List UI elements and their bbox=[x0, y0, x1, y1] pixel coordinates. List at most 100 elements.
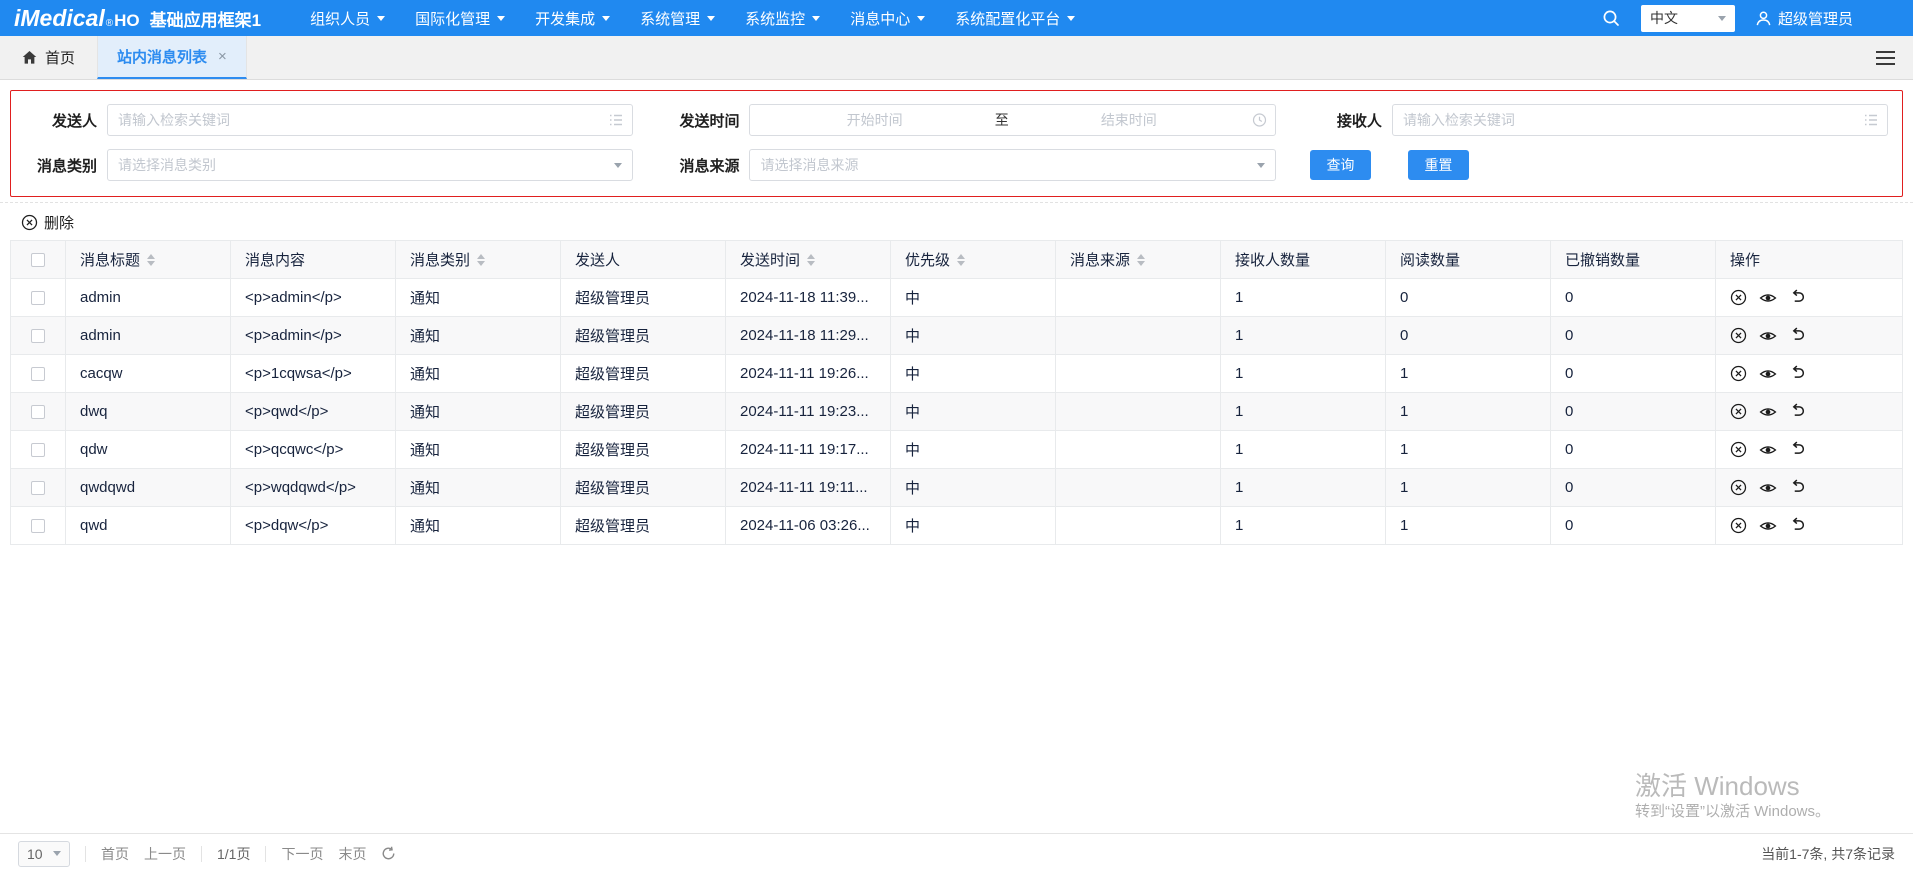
first-page-button[interactable]: 首页 bbox=[101, 844, 129, 864]
top-nav-item[interactable]: 系统配置化平台 bbox=[940, 0, 1090, 36]
row-checkbox[interactable] bbox=[31, 481, 45, 496]
page-size-select[interactable]: 10 bbox=[18, 840, 70, 867]
menu-icon[interactable] bbox=[1876, 50, 1895, 65]
revoke-button[interactable] bbox=[1730, 441, 1747, 458]
cell-content: <p>dqw</p> bbox=[230, 506, 396, 545]
column-header: 优先级 bbox=[890, 240, 1056, 279]
row-operations bbox=[1730, 327, 1894, 345]
row-checkbox[interactable] bbox=[31, 291, 45, 306]
sort-icon[interactable] bbox=[957, 253, 966, 266]
source-select[interactable]: 请选择消息来源 bbox=[749, 149, 1276, 181]
recall-button[interactable] bbox=[1789, 289, 1806, 306]
top-nav-item[interactable]: 组织人员 bbox=[295, 0, 400, 36]
undo-icon bbox=[1792, 479, 1805, 492]
chevron-down-icon bbox=[1256, 162, 1265, 168]
recall-button[interactable] bbox=[1789, 517, 1806, 534]
recall-button[interactable] bbox=[1789, 365, 1806, 382]
column-header: 操作 bbox=[1715, 240, 1903, 279]
pagination-bar: 10 首页 上一页 1/1页 下一页 末页 当前1-7条, 共7条记录 bbox=[0, 833, 1913, 873]
recall-button[interactable] bbox=[1789, 403, 1806, 420]
top-nav-item[interactable]: 消息中心 bbox=[835, 0, 940, 36]
recall-button[interactable] bbox=[1789, 441, 1806, 458]
cell-sender: 超级管理员 bbox=[560, 430, 726, 469]
receiver-input[interactable]: 请输入检索关键词 bbox=[1391, 104, 1888, 136]
sort-desc-icon[interactable] bbox=[957, 260, 966, 266]
top-nav-item[interactable]: 系统监控 bbox=[730, 0, 835, 36]
circle-x-icon bbox=[1730, 365, 1747, 382]
cell-priority: 中 bbox=[890, 278, 1056, 317]
select-all-checkbox[interactable] bbox=[31, 253, 45, 268]
reset-button[interactable]: 重置 bbox=[1407, 150, 1469, 180]
revoke-button[interactable] bbox=[1730, 365, 1747, 382]
cell-sender: 超级管理员 bbox=[560, 316, 726, 355]
cell-title: admin bbox=[65, 316, 231, 355]
revoke-button[interactable] bbox=[1730, 517, 1747, 534]
sort-icon[interactable] bbox=[1137, 253, 1146, 266]
next-page-button[interactable]: 下一页 bbox=[281, 844, 323, 864]
sort-asc-icon[interactable] bbox=[957, 253, 966, 259]
view-button[interactable] bbox=[1759, 365, 1777, 383]
column-header: 消息内容 bbox=[230, 240, 396, 279]
last-page-button[interactable]: 末页 bbox=[338, 844, 366, 864]
sender-input[interactable]: 请输入检索关键词 bbox=[107, 104, 634, 136]
row-checkbox[interactable] bbox=[31, 443, 45, 458]
refresh-icon[interactable] bbox=[381, 846, 396, 861]
recall-button[interactable] bbox=[1789, 327, 1806, 344]
column-header-label: 操作 bbox=[1730, 252, 1761, 269]
view-button[interactable] bbox=[1759, 517, 1777, 535]
top-nav-item[interactable]: 开发集成 bbox=[520, 0, 625, 36]
row-checkbox[interactable] bbox=[31, 329, 45, 344]
undo-icon bbox=[1792, 365, 1805, 378]
view-button[interactable] bbox=[1759, 441, 1777, 459]
sort-icon[interactable] bbox=[147, 253, 156, 266]
list-icon[interactable] bbox=[1863, 112, 1879, 128]
sort-desc-icon[interactable] bbox=[807, 260, 816, 266]
top-nav-item[interactable]: 国际化管理 bbox=[400, 0, 520, 36]
row-checkbox[interactable] bbox=[31, 367, 45, 382]
cell-operations bbox=[1715, 506, 1903, 545]
view-button[interactable] bbox=[1759, 327, 1777, 345]
revoke-button[interactable] bbox=[1730, 327, 1747, 344]
search-icon[interactable] bbox=[1601, 8, 1621, 28]
column-header-label: 消息标题 bbox=[80, 252, 141, 269]
sort-icon[interactable] bbox=[477, 253, 486, 266]
recall-button[interactable] bbox=[1789, 479, 1806, 496]
sort-asc-icon[interactable] bbox=[807, 253, 816, 259]
cell-operations bbox=[1715, 468, 1903, 507]
sort-asc-icon[interactable] bbox=[477, 253, 486, 259]
user-menu[interactable]: 超级管理员 bbox=[1755, 8, 1853, 29]
sort-asc-icon[interactable] bbox=[147, 253, 156, 259]
cell-reads: 1 bbox=[1385, 506, 1551, 545]
row-checkbox[interactable] bbox=[31, 405, 45, 420]
revoke-button[interactable] bbox=[1730, 289, 1747, 306]
sort-icon[interactable] bbox=[807, 253, 816, 266]
sender-label: 发送人 bbox=[51, 112, 97, 130]
sort-desc-icon[interactable] bbox=[1137, 260, 1146, 266]
category-select[interactable]: 请选择消息类别 bbox=[107, 149, 634, 181]
top-nav-item[interactable]: 系统管理 bbox=[625, 0, 730, 36]
top-nav-item-label: 系统管理 bbox=[640, 10, 701, 28]
tab-home[interactable]: 首页 bbox=[0, 36, 97, 79]
sort-desc-icon[interactable] bbox=[147, 260, 156, 266]
user-name: 超级管理员 bbox=[1777, 10, 1853, 28]
sort-asc-icon[interactable] bbox=[1137, 253, 1146, 259]
view-button[interactable] bbox=[1759, 403, 1777, 421]
row-checkbox[interactable] bbox=[31, 519, 45, 534]
cell-content: <p>admin</p> bbox=[230, 278, 396, 317]
close-icon[interactable]: × bbox=[218, 48, 227, 65]
sort-desc-icon[interactable] bbox=[477, 260, 486, 266]
list-icon[interactable] bbox=[608, 112, 624, 128]
tab-message-list[interactable]: 站内消息列表 × bbox=[97, 36, 247, 79]
revoke-button[interactable] bbox=[1730, 479, 1747, 496]
language-select[interactable]: 中文 bbox=[1640, 4, 1735, 32]
view-button[interactable] bbox=[1759, 479, 1777, 497]
revoke-button[interactable] bbox=[1730, 403, 1747, 420]
prev-page-button[interactable]: 上一页 bbox=[144, 844, 186, 864]
cell-priority: 中 bbox=[890, 316, 1056, 355]
send-time-range-input[interactable]: 开始时间 至 结束时间 bbox=[749, 104, 1276, 136]
view-button[interactable] bbox=[1759, 289, 1777, 307]
delete-button[interactable]: 删除 bbox=[21, 212, 74, 233]
tab-message-list-label: 站内消息列表 bbox=[117, 49, 208, 66]
search-button[interactable]: 查询 bbox=[1309, 150, 1371, 180]
cell-source bbox=[1055, 468, 1221, 507]
